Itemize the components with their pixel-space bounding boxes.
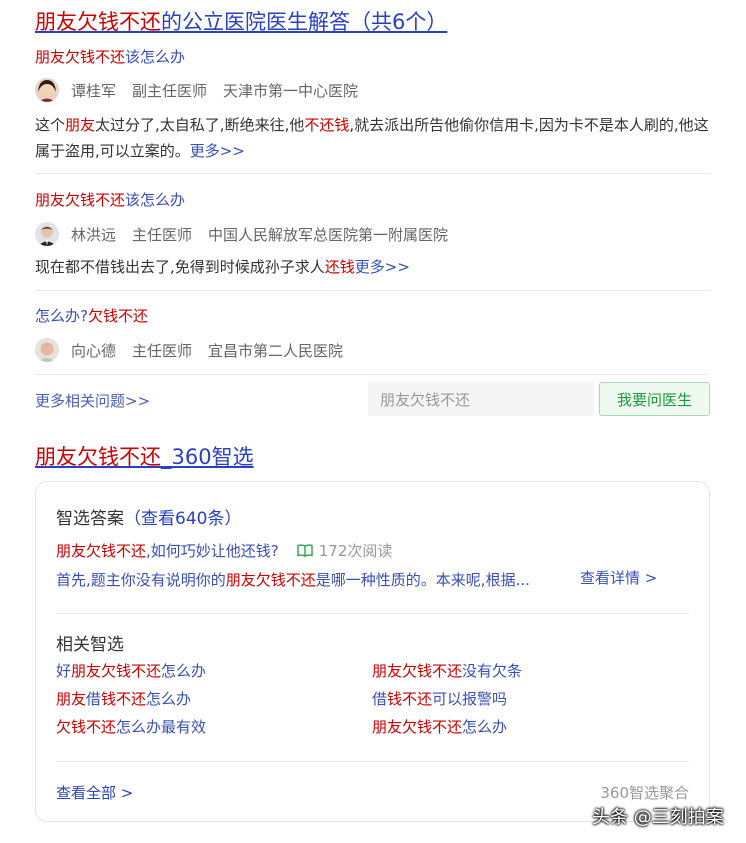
related-link-4[interactable]: 借钱不还可以报警吗 [372, 688, 507, 709]
qa-question-1[interactable]: 朋友欠钱不还该怎么办 [35, 46, 185, 67]
answer-snippet: 首先,题主你没有说明你的朋友欠钱不还是哪一种性质的。本来呢,根据... [56, 571, 530, 589]
divider [35, 173, 710, 174]
related-link-3[interactable]: 朋友借钱不还怎么办 [56, 688, 191, 709]
related-link-2[interactable]: 朋友欠钱不还没有欠条 [372, 660, 522, 681]
title-rest: 的公立医院医生解答（共6个） [161, 10, 448, 34]
ask-doctor-button[interactable]: 我要问医生 [599, 382, 710, 416]
answer-text-2: 现在都不借钱出去了,免得到时候成孙子求人还钱更多>> [35, 258, 410, 276]
divider [35, 290, 710, 291]
doctor-name: 谭桂军 [71, 81, 117, 100]
doctor-info-1: 谭桂军 副主任医师 天津市第一中心医院 [35, 77, 358, 103]
read-count: 172次阅读 [297, 540, 392, 561]
ask-doctor-input[interactable]: 朋友欠钱不还 [368, 382, 594, 416]
view-count-link[interactable]: （查看640条） [124, 509, 241, 529]
title-highlight: 朋友欠钱不还 [35, 10, 161, 34]
doctor-avatar [35, 338, 59, 362]
watermark: 头条 @三刻拍案 [592, 807, 724, 828]
more-link[interactable]: 更多>> [190, 142, 245, 160]
card-question: 朋友欠钱不还,如何巧妙让他还钱? 172次阅读 [56, 540, 392, 561]
answer-text-1: 这个朋友太过分了,太自私了,断绝来往,他不还钱,就去派出所告他偷你信用卡,因为卡… [35, 116, 709, 160]
doctor-info-3: 向心德 主任医师 宜昌市第二人民医院 [35, 337, 343, 363]
related-link-6[interactable]: 朋友欠钱不还怎么办 [372, 716, 507, 737]
related-section-title: 相关智选 [56, 635, 124, 655]
result-title-doctor-answers[interactable]: 朋友欠钱不还的公立医院医生解答（共6个） [35, 6, 447, 36]
divider [56, 613, 689, 614]
more-related-questions-link[interactable]: 更多相关问题>> [35, 390, 150, 411]
qa-question-3[interactable]: 怎么办?欠钱不还 [35, 305, 148, 326]
related-link-5[interactable]: 欠钱不还怎么办最有效 [56, 716, 206, 737]
divider [35, 374, 710, 375]
doctor-title: 主任医师 [132, 341, 193, 360]
doctor-avatar [35, 222, 59, 246]
doctor-title: 主任医师 [132, 225, 193, 244]
zhixuan-card: 智选答案（查看640条） 朋友欠钱不还,如何巧妙让他还钱? 172次阅读 首先,… [35, 481, 710, 822]
doctor-name: 林洪远 [71, 225, 117, 244]
result-title-360-zhixuan[interactable]: 朋友欠钱不还_360智选 [35, 441, 254, 471]
doctor-hospital: 中国人民解放军总医院第一附属医院 [208, 225, 449, 244]
doctor-info-2: 林洪远 主任医师 中国人民解放军总医院第一附属医院 [35, 221, 448, 247]
divider [56, 761, 689, 762]
answers-section-title: 智选答案（查看640条） [56, 509, 242, 529]
view-detail-link[interactable]: 查看详情 > [580, 567, 657, 588]
view-all-link[interactable]: 查看全部 > [56, 782, 133, 803]
doctor-name: 向心德 [71, 341, 117, 360]
book-icon [297, 544, 313, 557]
doctor-hospital: 天津市第一中心医院 [223, 81, 359, 100]
related-link-1[interactable]: 好朋友欠钱不还怎么办 [56, 660, 206, 681]
doctor-avatar [35, 78, 59, 102]
more-link[interactable]: 更多>> [355, 258, 410, 276]
doctor-hospital: 宜昌市第二人民医院 [208, 341, 344, 360]
aggregator-label: 360智选聚合 [600, 784, 689, 802]
doctor-title: 副主任医师 [132, 81, 208, 100]
qa-question-2[interactable]: 朋友欠钱不还该怎么办 [35, 189, 185, 210]
card-question-link[interactable]: 朋友欠钱不还,如何巧妙让他还钱? [56, 540, 279, 561]
